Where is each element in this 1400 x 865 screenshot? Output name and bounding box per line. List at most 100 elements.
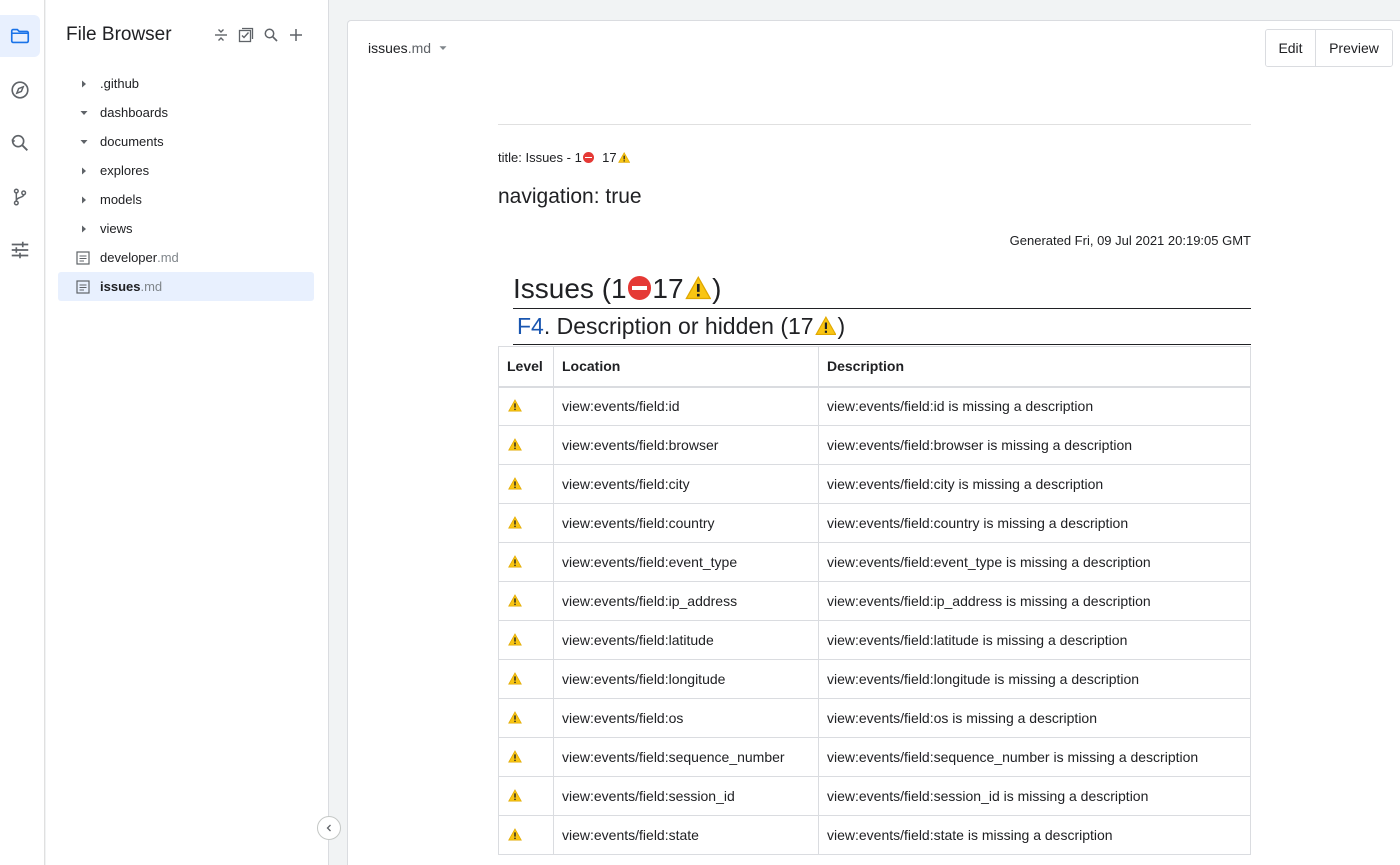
- location-cell: view:events/field:latitude: [553, 620, 819, 660]
- tree-item-dashboards[interactable]: dashboards: [58, 98, 314, 127]
- table-row: view:events/field:ip_address view:events/…: [498, 581, 1251, 621]
- warning-icon: [508, 711, 522, 724]
- level-cell: [498, 581, 554, 621]
- document-icon: [75, 250, 91, 265]
- search-history-icon: [11, 134, 28, 151]
- chevron-down-icon: [439, 46, 447, 50]
- tree-item-label: documents: [100, 134, 164, 149]
- collapse-panel-button[interactable]: [317, 816, 341, 840]
- table-row: view:events/field:state view:events/field…: [498, 815, 1251, 855]
- collapse-all-button[interactable]: [212, 26, 229, 44]
- table-row: view:events/field:city view:events/field:…: [498, 464, 1251, 504]
- column-header-level: Level: [498, 346, 554, 388]
- explore-rail-button[interactable]: [0, 69, 40, 111]
- select-files-button[interactable]: [237, 26, 254, 44]
- caret-right-icon: [78, 196, 90, 204]
- issues-heading-suffix: ): [712, 273, 722, 304]
- table-row: view:events/field:longitude view:events/f…: [498, 659, 1251, 699]
- file-ext: .md: [407, 40, 432, 56]
- warning-icon: [508, 555, 522, 568]
- editor-panel: issues .md Edit Preview title: Issues - 1…: [347, 20, 1400, 865]
- warning-icon: [814, 316, 837, 336]
- level-cell: [498, 503, 554, 543]
- generated-timestamp: Generated Fri, 09 Jul 2021 20:19:05 GMT: [1009, 233, 1251, 248]
- frontmatter-title-text: title: Issues - 1: [498, 150, 582, 165]
- document-icon: [75, 279, 91, 294]
- search-rail-button[interactable]: [0, 122, 40, 164]
- level-cell: [498, 776, 554, 816]
- level-cell: [498, 464, 554, 504]
- chevron-left-icon: [326, 824, 331, 832]
- table-row: view:events/field:event_type view:events/…: [498, 542, 1251, 582]
- checkbox-list-icon: [238, 27, 253, 43]
- settings-rail-button[interactable]: [0, 229, 40, 271]
- table-row: view:events/field:session_id view:events/…: [498, 776, 1251, 816]
- collapse-all-icon: [214, 29, 227, 41]
- warning-icon: [508, 750, 522, 763]
- search-files-button[interactable]: [262, 26, 279, 44]
- view-mode-toggle: Edit Preview: [1265, 29, 1393, 67]
- git-rail-button[interactable]: [0, 176, 40, 218]
- preview-button[interactable]: Preview: [1315, 30, 1392, 66]
- warning-icon: [508, 828, 522, 841]
- tree-item-ext: .md: [140, 279, 163, 294]
- section-heading-suffix: ): [837, 313, 846, 339]
- level-cell: [498, 815, 554, 855]
- tree-item-issues-md[interactable]: issues .md: [58, 272, 314, 301]
- divider: [498, 124, 1251, 125]
- add-file-button[interactable]: [287, 26, 304, 44]
- table-body: view:events/field:id view:events/field:id…: [498, 386, 1251, 855]
- icon-rail: [0, 0, 45, 865]
- table-row: view:events/field:os view:events/field:os…: [498, 698, 1251, 738]
- location-cell: view:events/field:id: [553, 386, 819, 426]
- tree-item-label: models: [100, 192, 142, 207]
- file-browser-toolbar: [212, 26, 304, 44]
- tree-item-label: views: [100, 221, 133, 236]
- tree-item-developer-md[interactable]: developer .md: [58, 243, 314, 272]
- issues-heading: Issues (1 17): [513, 273, 1251, 309]
- warning-icon: [508, 438, 522, 451]
- tree-item-views[interactable]: views: [58, 214, 314, 243]
- edit-button[interactable]: Edit: [1266, 30, 1315, 66]
- description-cell: view:events/field:event_type is missing …: [818, 542, 1251, 582]
- tree-item-models[interactable]: models: [58, 185, 314, 214]
- file-selector[interactable]: issues .md: [368, 40, 447, 56]
- sliders-icon: [11, 241, 29, 259]
- caret-down-icon: [78, 138, 90, 146]
- warning-icon: [508, 633, 522, 646]
- warning-icon: [508, 399, 522, 412]
- issues-heading-warn-count: 17: [652, 273, 684, 304]
- file-browser-title: File Browser: [66, 24, 172, 45]
- warning-icon: [508, 789, 522, 802]
- caret-down-icon: [78, 109, 90, 117]
- issues-heading-text: Issues (1: [513, 273, 627, 304]
- level-cell: [498, 737, 554, 777]
- level-cell: [498, 425, 554, 465]
- description-cell: view:events/field:sequence_number is mis…: [818, 737, 1251, 777]
- description-cell: view:events/field:country is missing a d…: [818, 503, 1251, 543]
- rule-link[interactable]: F4: [517, 313, 544, 339]
- caret-right-icon: [78, 167, 90, 175]
- warning-icon: [508, 477, 522, 490]
- frontmatter-navigation: navigation: true: [498, 185, 642, 208]
- location-cell: view:events/field:sequence_number: [553, 737, 819, 777]
- description-cell: view:events/field:city is missing a desc…: [818, 464, 1251, 504]
- location-cell: view:events/field:session_id: [553, 776, 819, 816]
- tree-item-github[interactable]: .github: [58, 69, 314, 98]
- file-browser-rail-button[interactable]: [0, 15, 40, 57]
- location-cell: view:events/field:country: [553, 503, 819, 543]
- table-row: view:events/field:latitude view:events/fi…: [498, 620, 1251, 660]
- caret-right-icon: [78, 80, 90, 88]
- description-cell: view:events/field:longitude is missing a…: [818, 659, 1251, 699]
- level-cell: [498, 542, 554, 582]
- description-cell: view:events/field:session_id is missing …: [818, 776, 1251, 816]
- table-row: view:events/field:country view:events/fie…: [498, 503, 1251, 543]
- tree-item-documents[interactable]: documents: [58, 127, 314, 156]
- caret-right-icon: [78, 225, 90, 233]
- location-cell: view:events/field:ip_address: [553, 581, 819, 621]
- tree-item-explores[interactable]: explores: [58, 156, 314, 185]
- level-cell: [498, 659, 554, 699]
- location-cell: view:events/field:state: [553, 815, 819, 855]
- location-cell: view:events/field:browser: [553, 425, 819, 465]
- tree-item-ext: .md: [157, 250, 179, 265]
